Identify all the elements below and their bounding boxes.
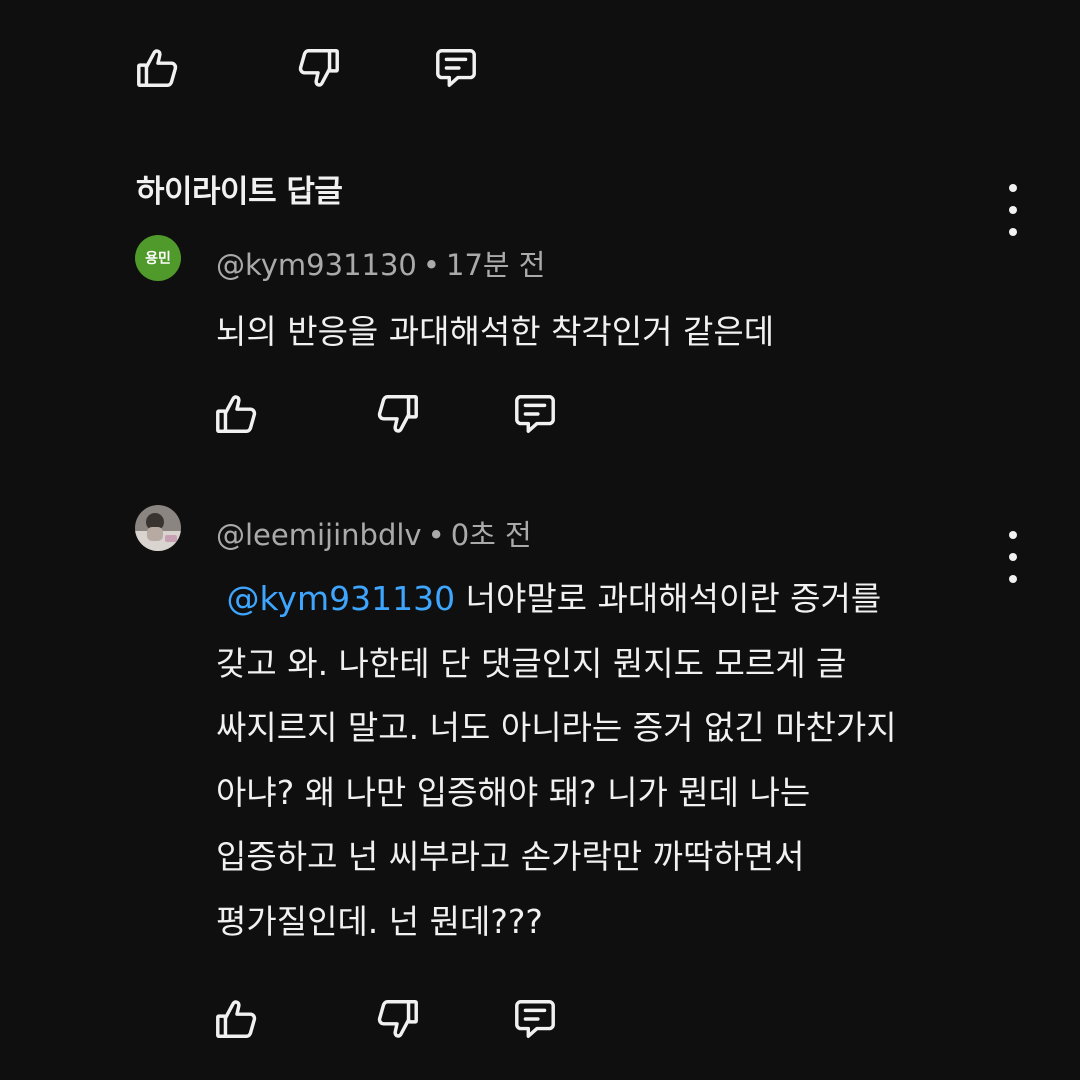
comment-meta: @leemijinbdlv • 0초 전 — [216, 512, 532, 554]
comment-line: 싸지르지 말고. 너도 아니라는 증거 없긴 마찬가지 — [216, 708, 897, 747]
comment-author[interactable]: @kym931130 — [216, 248, 417, 282]
like-button[interactable] — [208, 991, 264, 1047]
thumbs-down-icon — [377, 395, 418, 433]
thumbs-up-icon — [216, 1000, 257, 1038]
comment-time[interactable]: 17분 전 — [446, 248, 545, 282]
comment-icon — [436, 49, 476, 87]
comment-icon — [515, 395, 555, 433]
reply-button[interactable] — [507, 991, 563, 1047]
comment-line: @kym931130 너야말로 과대해석이란 증거를 — [216, 567, 1016, 632]
comment-line: 입증하고 넌 씨부라고 손가락만 까딱하면서 — [216, 837, 805, 876]
meta-separator: • — [427, 518, 445, 552]
comment-author[interactable]: @leemijinbdlv — [216, 518, 422, 552]
comment-line: 갖고 와. 나한테 단 댓글인지 뭔지도 모르게 글 — [216, 643, 847, 683]
section-more-button[interactable] — [998, 184, 1028, 236]
dislike-button[interactable] — [291, 40, 347, 96]
thumbs-down-icon — [298, 49, 339, 87]
thumbs-up-icon — [216, 395, 257, 433]
more-vert-icon — [1009, 531, 1017, 539]
mention-link[interactable]: @kym931130 — [227, 579, 456, 618]
avatar-photo — [135, 505, 181, 551]
reply-button[interactable] — [428, 40, 484, 96]
avatar[interactable] — [135, 505, 181, 551]
comment-text: 뇌의 반응을 과대해석한 착각인거 같은데 — [216, 312, 775, 351]
dislike-button[interactable] — [370, 386, 426, 442]
dislike-button[interactable] — [370, 991, 426, 1047]
thumbs-up-icon — [137, 49, 178, 87]
comment-time[interactable]: 0초 전 — [451, 518, 532, 552]
meta-separator: • — [422, 248, 440, 282]
more-vert-icon — [1009, 184, 1017, 192]
comment-line: 아냐? 왜 나만 입증해야 돼? 니가 뭔데 나는 — [216, 772, 811, 812]
reply-button[interactable] — [507, 386, 563, 442]
like-button[interactable] — [129, 40, 185, 96]
section-title: 하이라이트 답글 — [136, 174, 343, 210]
comment-line-text: 너야말로 과대해석이란 증거를 — [465, 579, 882, 618]
comment-meta: @kym931130 • 17분 전 — [216, 242, 545, 284]
comment-line: 평가질인데. 넌 뭔데??? — [216, 901, 543, 941]
thumbs-down-icon — [377, 1000, 418, 1038]
comment-icon — [515, 1000, 555, 1038]
avatar[interactable]: 용민 — [135, 235, 181, 281]
like-button[interactable] — [208, 386, 264, 442]
comment-text: @kym931130 너야말로 과대해석이란 증거를 갖고 와. 나한테 단 댓… — [216, 567, 1016, 954]
